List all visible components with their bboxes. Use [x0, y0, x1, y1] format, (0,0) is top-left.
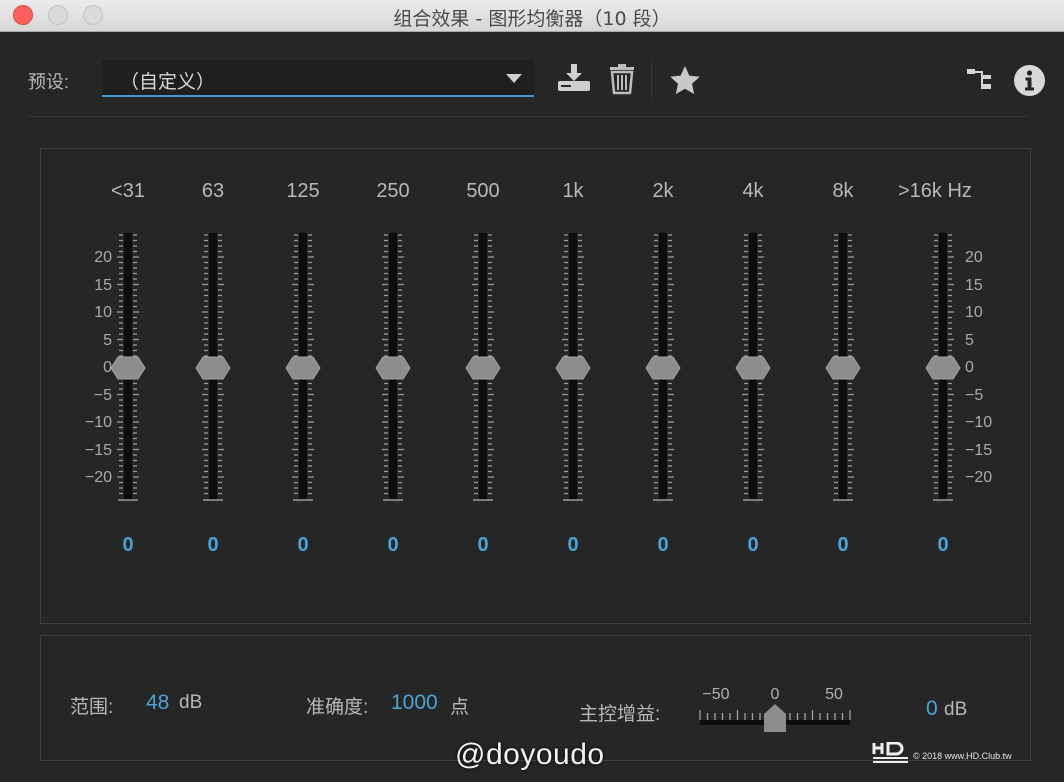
gain-handle[interactable] [764, 704, 786, 732]
band-gain-value[interactable]: 0 [837, 534, 848, 557]
range-unit: dB [179, 692, 203, 713]
scale-label-left: 15 [94, 276, 112, 294]
master-gain-value[interactable]: 0 [926, 697, 938, 721]
watermark-text: @doyoudo [455, 738, 605, 771]
band-frequency-label: >16k Hz [898, 180, 972, 202]
scale-label-left: −5 [93, 386, 112, 404]
slider-handle[interactable] [925, 356, 961, 380]
band-gain-value[interactable]: 0 [207, 534, 218, 557]
band-gain-value[interactable]: 0 [122, 534, 133, 557]
scale-label-right: −10 [965, 414, 993, 431]
band-gain-value[interactable]: 0 [387, 534, 398, 557]
master-gain-unit: dB [944, 699, 968, 720]
accuracy-label: 准确度: [306, 697, 369, 718]
scale-label-left: −10 [84, 414, 112, 431]
band-frequency-label: 63 [201, 180, 225, 202]
slider-handle[interactable] [465, 356, 501, 380]
slider-handle[interactable] [110, 356, 146, 380]
band-frequency-label: 4k [742, 180, 764, 202]
scale-label-right: −5 [965, 386, 984, 404]
band-gain-value[interactable]: 0 [747, 534, 758, 557]
copyright-text: © 2018 www.HD.Club.tw [913, 751, 1012, 761]
band-frequency-label: 2k [652, 180, 674, 202]
scale-label-right: 10 [965, 304, 983, 321]
slider-handle[interactable] [375, 356, 411, 380]
band-frequency-label: 125 [286, 180, 320, 202]
scale-label-right: 15 [965, 276, 983, 294]
slider-handle[interactable] [555, 356, 591, 380]
slider-handle[interactable] [735, 356, 771, 380]
slider-handle[interactable] [285, 356, 321, 380]
hd-club-logo [872, 742, 908, 763]
scale-label-left: 20 [94, 249, 112, 266]
accuracy-value[interactable]: 1000 [391, 691, 438, 715]
master-gain-label: 主控增益: [579, 704, 661, 725]
scale-label-right: −20 [965, 469, 993, 486]
master-gain-slider[interactable] [694, 700, 856, 734]
band-frequency-label: <31 [111, 180, 145, 202]
band-frequency-label: 1k [562, 180, 584, 202]
range-value[interactable]: 48 [146, 691, 169, 715]
range-label: 范围: [70, 697, 114, 718]
band-gain-value[interactable]: 0 [657, 534, 668, 557]
band-frequency-label: 250 [376, 180, 410, 202]
slider-handle[interactable] [195, 356, 231, 380]
band-gain-value[interactable]: 0 [567, 534, 578, 557]
scale-label-left: 0 [103, 359, 112, 376]
slider-handle[interactable] [645, 356, 681, 380]
scale-label-left: −20 [84, 469, 112, 486]
band-frequency-label: 500 [466, 180, 500, 202]
band-gain-value[interactable]: 0 [937, 534, 948, 557]
accuracy-unit: 点 [450, 697, 470, 718]
band-gain-value[interactable]: 0 [297, 534, 308, 557]
scale-label-left: 5 [103, 331, 112, 349]
scale-label-left: 10 [94, 304, 112, 321]
slider-handle[interactable] [825, 356, 861, 380]
scale-label-right: −15 [965, 441, 993, 459]
band-gain-value[interactable]: 0 [477, 534, 488, 557]
scale-label-right: 0 [965, 359, 974, 376]
scale-label-right: 20 [965, 249, 983, 266]
scale-label-right: 5 [965, 331, 974, 349]
band-frequency-label: 8k [832, 180, 854, 202]
scale-label-left: −15 [84, 441, 112, 459]
